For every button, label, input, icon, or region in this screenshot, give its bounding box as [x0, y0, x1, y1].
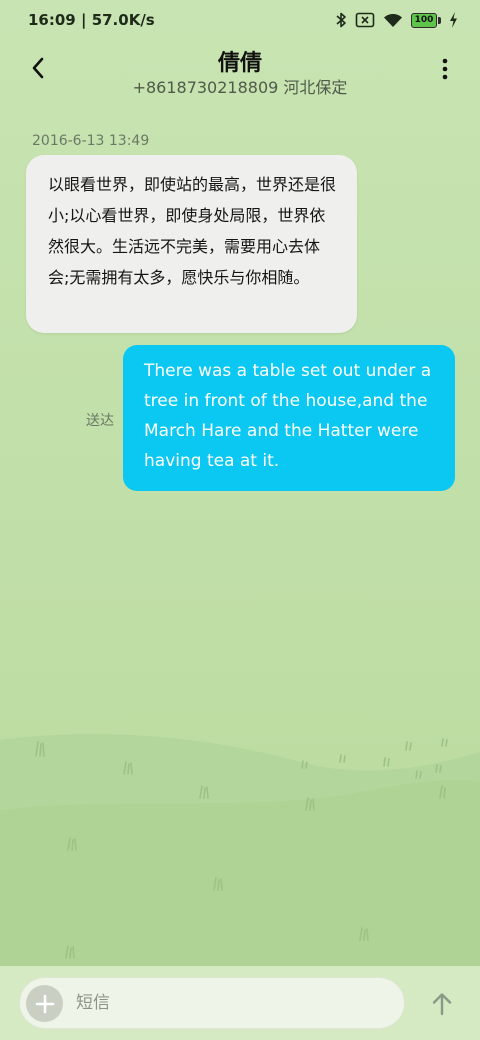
- messaging-screen: 16:09 | 57.0K/s 100 倩倩 +8618730218809 河北…: [0, 0, 480, 1040]
- delivery-status: 送达: [86, 413, 114, 429]
- contact-location: 河北保定: [283, 78, 348, 97]
- received-message-text: 以眼看世界，即使站的最高，世界还是很小;以心看世界，即使身处局限，世界依然很大。…: [48, 175, 337, 287]
- sent-message-text: There was a table set out under a tree i…: [144, 361, 432, 471]
- message-input[interactable]: [76, 987, 376, 1019]
- plus-icon: [35, 994, 54, 1013]
- received-message-bubble[interactable]: 以眼看世界，即使站的最高，世界还是很小;以心看世界，即使身处局限，世界依然很大。…: [26, 155, 357, 333]
- battery-level: 100: [414, 14, 434, 25]
- more-vertical-icon: [442, 58, 448, 80]
- contact-info: +8618730218809 河北保定: [0, 74, 480, 98]
- battery-body: 100: [411, 12, 437, 28]
- add-attachment-button[interactable]: [26, 985, 63, 1022]
- bluetooth-icon: [335, 12, 347, 28]
- sim-no-signal-icon: [355, 12, 375, 28]
- sent-message-bubble[interactable]: There was a table set out under a tree i…: [123, 345, 455, 491]
- contact-name: 倩倩: [217, 51, 262, 76]
- arrow-up-icon: [432, 993, 452, 1016]
- charging-icon: [449, 12, 458, 28]
- contact-number: +8618730218809: [132, 78, 279, 97]
- send-button[interactable]: [424, 986, 460, 1022]
- more-options-button[interactable]: [430, 52, 460, 86]
- battery-icon: 100: [411, 12, 441, 28]
- status-clock: 16:09: [28, 11, 76, 29]
- conversation-header: 倩倩 +8618730218809 河北保定: [0, 40, 480, 100]
- status-bar: 16:09 | 57.0K/s 100: [0, 0, 480, 40]
- network-speed: 57.0K/s: [91, 11, 155, 29]
- wifi-icon: [383, 12, 403, 28]
- message-timestamp: 2016-6-13 13:49: [32, 133, 150, 149]
- message-input-box: [19, 977, 405, 1029]
- status-time-and-speed: 16:09 | 57.0K/s: [28, 11, 155, 29]
- battery-cap: [438, 16, 441, 24]
- composer-bar: [0, 966, 480, 1040]
- status-icons: 100: [335, 10, 458, 30]
